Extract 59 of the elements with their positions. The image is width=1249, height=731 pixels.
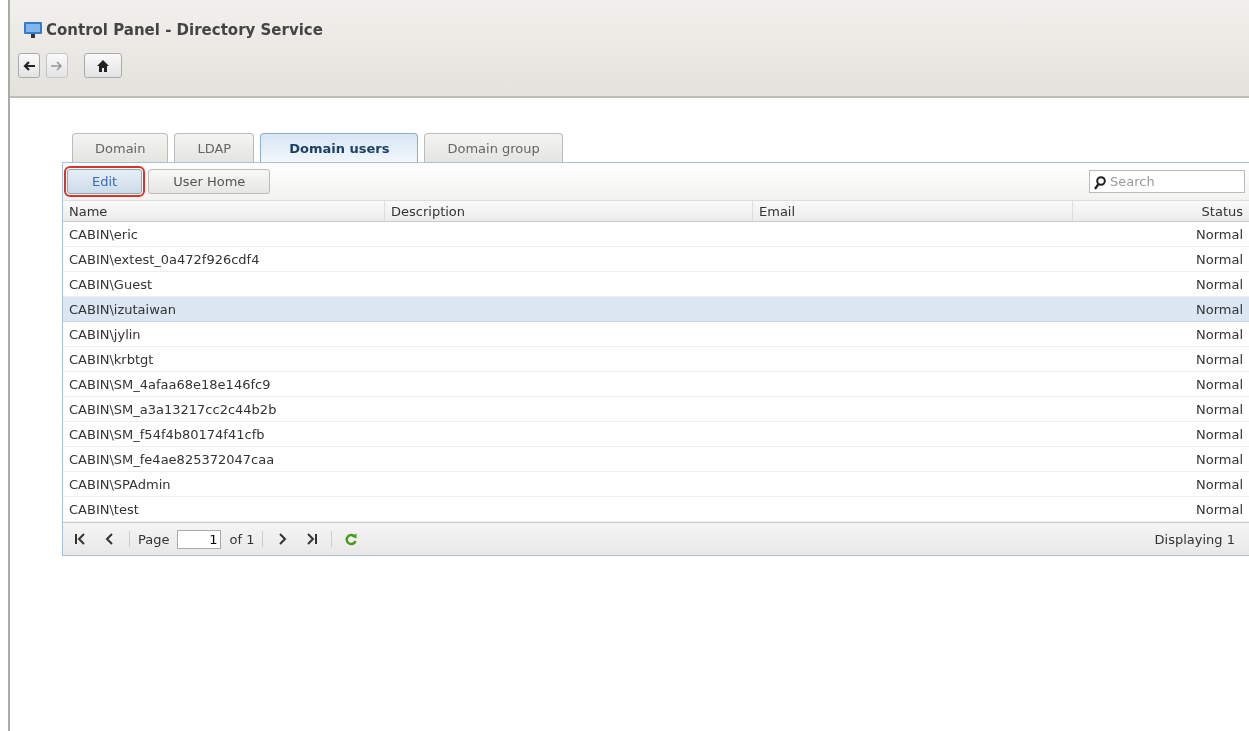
table-cell: CABIN\SM_4afaa68e18e146fc9 <box>69 376 271 392</box>
table-row[interactable]: CABIN\eric Normal <box>63 222 1249 247</box>
window-title: Control Panel - Directory Service <box>46 21 323 39</box>
table-row[interactable]: CABIN\SM_4afaa68e18e146fc9 Normal <box>63 372 1249 397</box>
table-cell: CABIN\SM_fe4ae825372047caa <box>69 451 275 467</box>
table-row[interactable]: CABIN\izutaiwan Normal <box>63 297 1249 322</box>
table-cell: Normal <box>1195 351 1243 367</box>
table-row[interactable]: CABIN\krbtgt Normal <box>63 347 1249 372</box>
table-cell: Normal <box>1195 276 1243 292</box>
table-row[interactable]: CABIN\SM_fe4ae825372047caa Normal <box>63 447 1249 472</box>
last-page-icon <box>305 532 320 546</box>
table-cell: CABIN\test <box>69 501 139 517</box>
first-page-icon <box>73 532 87 546</box>
table-cell: CABIN\jylin <box>69 326 141 342</box>
search-field[interactable]: Search <box>1089 170 1245 193</box>
column-header[interactable]: Description <box>385 201 753 221</box>
tab[interactable]: LDAP <box>174 133 255 162</box>
page-label: Page <box>138 531 170 547</box>
table-cell: CABIN\Guest <box>69 276 152 292</box>
left-arrow-icon <box>22 58 36 73</box>
home-icon <box>96 58 110 73</box>
table-cell: Normal <box>1195 426 1243 442</box>
table-cell: Normal <box>1195 251 1243 267</box>
table-cell: CABIN\extest_0a472f926cdf4 <box>69 251 260 267</box>
table-cell: Normal <box>1195 301 1243 317</box>
page-count: of 1 <box>229 531 255 547</box>
table-cell: Normal <box>1195 226 1243 242</box>
table-cell: Normal <box>1195 476 1243 492</box>
table-cell: CABIN\krbtgt <box>69 351 154 367</box>
refresh-icon <box>344 532 359 546</box>
tab[interactable]: Domain users <box>260 133 419 162</box>
table-cell: CABIN\SM_a3a13217cc2c44b2b <box>69 401 277 417</box>
table-cell: CABIN\eric <box>69 226 138 242</box>
page-field[interactable]: 1 <box>177 529 222 549</box>
table-cell: Normal <box>1195 376 1243 392</box>
table-row[interactable]: CABIN\extest_0a472f926cdf4 Normal <box>63 247 1249 272</box>
left-arrow-button[interactable] <box>18 53 40 78</box>
toolbar-button[interactable]: Edit <box>67 169 143 194</box>
column-header[interactable]: Name <box>63 201 385 221</box>
table-row[interactable]: CABIN\jylin Normal <box>63 322 1249 347</box>
table-row[interactable]: CABIN\SM_a3a13217cc2c44b2b Normal <box>63 397 1249 422</box>
paging-summary: Displaying 1 <box>1154 531 1236 547</box>
monitor-icon <box>24 22 42 38</box>
table-cell: Normal <box>1195 401 1243 417</box>
table-cell: Normal <box>1195 451 1243 467</box>
column-header[interactable]: Status <box>1073 201 1249 221</box>
home-button[interactable] <box>84 53 122 78</box>
table-cell: Normal <box>1195 501 1243 517</box>
table-row[interactable]: CABIN\SPAdmin Normal <box>63 472 1249 497</box>
right-arrow-icon <box>50 58 64 73</box>
table-cell: CABIN\SM_f54f4b80174f41cfb <box>69 426 265 442</box>
toolbar-button[interactable]: User Home <box>148 169 271 194</box>
table-cell: CABIN\SPAdmin <box>69 476 171 492</box>
table-cell: Normal <box>1195 326 1243 342</box>
tab[interactable]: Domain <box>72 133 169 162</box>
column-header[interactable]: Email <box>753 201 1073 221</box>
table-row[interactable]: CABIN\SM_f54f4b80174f41cfb Normal <box>63 422 1249 447</box>
tab[interactable]: Domain group <box>424 133 563 162</box>
table-cell: CABIN\izutaiwan <box>69 301 176 317</box>
